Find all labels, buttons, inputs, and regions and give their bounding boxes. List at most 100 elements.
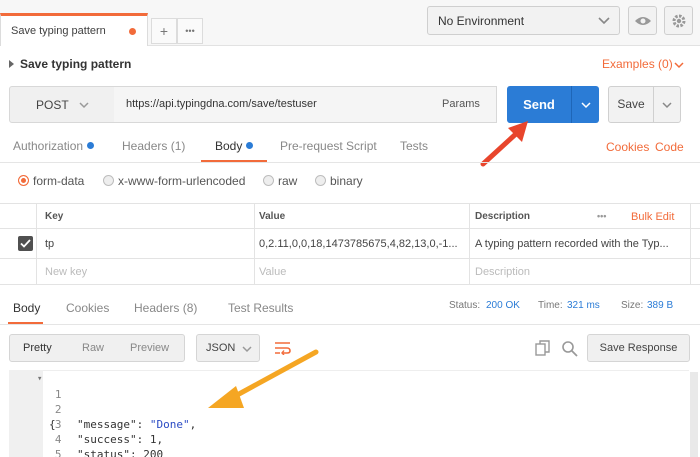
table-divider xyxy=(690,203,691,284)
new-tab-button[interactable]: + xyxy=(151,18,177,44)
divider xyxy=(0,324,700,325)
tab-more-button[interactable]: ••• xyxy=(177,18,203,44)
chevron-down-icon xyxy=(662,101,672,108)
send-options-button[interactable] xyxy=(571,86,599,123)
column-header-description: Description xyxy=(475,211,531,222)
line-number: 3 xyxy=(54,418,62,431)
line-number: 2 xyxy=(54,403,62,416)
format-button-group: Pretty Raw Preview xyxy=(9,334,185,362)
new-description-input[interactable]: Description xyxy=(475,266,530,278)
examples-dropdown[interactable]: Examples (0) xyxy=(602,57,673,71)
table-divider xyxy=(254,203,255,284)
chevron-down-icon xyxy=(580,101,591,108)
json-key: "message" xyxy=(77,418,137,431)
raw-button[interactable]: Raw xyxy=(82,342,104,354)
table-border xyxy=(0,228,700,229)
radio-form-data[interactable] xyxy=(18,175,29,186)
code-text: "message": "Done", xyxy=(77,417,196,432)
tab-body-label: Body xyxy=(215,139,243,153)
unsaved-dot-icon xyxy=(129,28,136,35)
json-sep: : xyxy=(129,448,144,457)
code-link[interactable]: Code xyxy=(655,140,684,154)
chevron-down-icon xyxy=(598,17,610,25)
eye-icon xyxy=(634,16,651,25)
divider xyxy=(0,162,700,163)
param-description[interactable]: A typing pattern recorded with the Typ..… xyxy=(475,238,687,250)
new-key-input[interactable]: New key xyxy=(45,266,87,278)
tab-body[interactable]: Body xyxy=(215,139,254,153)
gear-icon xyxy=(672,14,685,27)
time-value: 321 ms xyxy=(567,300,600,311)
radio-raw[interactable] xyxy=(263,175,274,186)
fold-arrow-icon[interactable]: ▾ xyxy=(37,372,42,387)
tab-pre-request-script[interactable]: Pre-request Script xyxy=(280,139,377,153)
response-tab-test-results[interactable]: Test Results xyxy=(228,301,293,315)
chevron-down-icon xyxy=(674,62,684,69)
response-tab-body[interactable]: Body xyxy=(13,301,40,315)
save-options-button[interactable] xyxy=(653,86,681,123)
save-response-button[interactable]: Save Response xyxy=(587,334,690,362)
json-string: "Done" xyxy=(149,418,190,431)
code-line: 4 "status": 200 xyxy=(9,417,163,457)
environment-quick-look-button[interactable] xyxy=(628,6,657,35)
radio-urlencoded-label: x-www-form-urlencoded xyxy=(118,174,246,188)
tab-authorization[interactable]: Authorization xyxy=(13,139,95,153)
radio-raw-label: raw xyxy=(278,174,298,188)
preview-button[interactable]: Preview xyxy=(130,342,169,354)
annotation-arrow-orange xyxy=(208,349,319,408)
indicator-dot-icon xyxy=(87,142,95,149)
save-button[interactable]: Save xyxy=(608,86,654,123)
table-border xyxy=(0,258,700,259)
code-line: 3 "success": 1, xyxy=(9,402,163,446)
radio-binary-label: binary xyxy=(330,174,363,188)
status-label: Status: xyxy=(449,300,481,311)
code-line: 5 } xyxy=(9,432,62,457)
code-text: "status": 200 xyxy=(77,447,163,457)
param-value[interactable]: 0,2.11,0,0,18,1473785675,4,82,13,0,-1... xyxy=(259,238,465,250)
response-tab-headers[interactable]: Headers (8) xyxy=(134,301,197,315)
method-label: POST xyxy=(36,98,69,112)
cookies-link[interactable]: Cookies xyxy=(606,140,649,154)
url-text: https://api.typingdna.com/save/testuser xyxy=(126,98,317,110)
method-select[interactable]: POST xyxy=(9,86,115,123)
tab-headers[interactable]: Headers (1) xyxy=(122,139,185,153)
tab-tests[interactable]: Tests xyxy=(400,139,428,153)
copy-icon[interactable] xyxy=(535,340,551,357)
line-number: 1 xyxy=(54,388,62,401)
pretty-button[interactable]: Pretty xyxy=(23,342,52,354)
tab-save-typing-pattern[interactable]: Save typing pattern xyxy=(0,13,148,46)
response-tab-cookies[interactable]: Cookies xyxy=(66,301,109,315)
url-input[interactable]: https://api.typingdna.com/save/testuser … xyxy=(114,86,497,123)
radio-binary[interactable] xyxy=(315,175,326,186)
param-key[interactable]: tp xyxy=(45,238,245,250)
bulk-edit-link[interactable]: Bulk Edit xyxy=(631,211,674,223)
json-key: "status" xyxy=(77,448,130,457)
json-end: , xyxy=(189,418,197,431)
environment-label: No Environment xyxy=(438,14,525,28)
collapse-caret-icon[interactable] xyxy=(9,60,14,68)
json-end: , xyxy=(156,433,164,446)
table-more-button[interactable]: ••• xyxy=(597,211,606,221)
params-button[interactable]: Params xyxy=(442,98,480,110)
column-header-value: Value xyxy=(259,211,286,222)
column-header-key: Key xyxy=(45,211,64,222)
code-line: 1 ▾ { xyxy=(9,372,62,431)
line-number: 5 xyxy=(54,448,62,457)
search-icon[interactable] xyxy=(561,340,578,357)
table-border xyxy=(0,284,700,285)
json-key: "success" xyxy=(77,433,137,446)
radio-form-data-label: form-data xyxy=(33,174,85,188)
status-value: 200 OK xyxy=(486,300,520,311)
row-checkbox[interactable] xyxy=(18,236,33,251)
environment-settings-button[interactable] xyxy=(664,6,693,35)
request-name: Save typing pattern xyxy=(20,57,132,71)
table-divider xyxy=(36,203,37,284)
radio-urlencoded[interactable] xyxy=(103,175,114,186)
editor-scrollbar[interactable] xyxy=(690,372,698,457)
environment-select[interactable]: No Environment xyxy=(427,6,620,35)
chevron-down-icon xyxy=(79,102,89,109)
table-divider xyxy=(469,203,470,284)
checkmark-icon xyxy=(20,239,31,248)
new-value-input[interactable]: Value xyxy=(259,266,286,278)
indicator-dot-icon xyxy=(246,142,254,149)
